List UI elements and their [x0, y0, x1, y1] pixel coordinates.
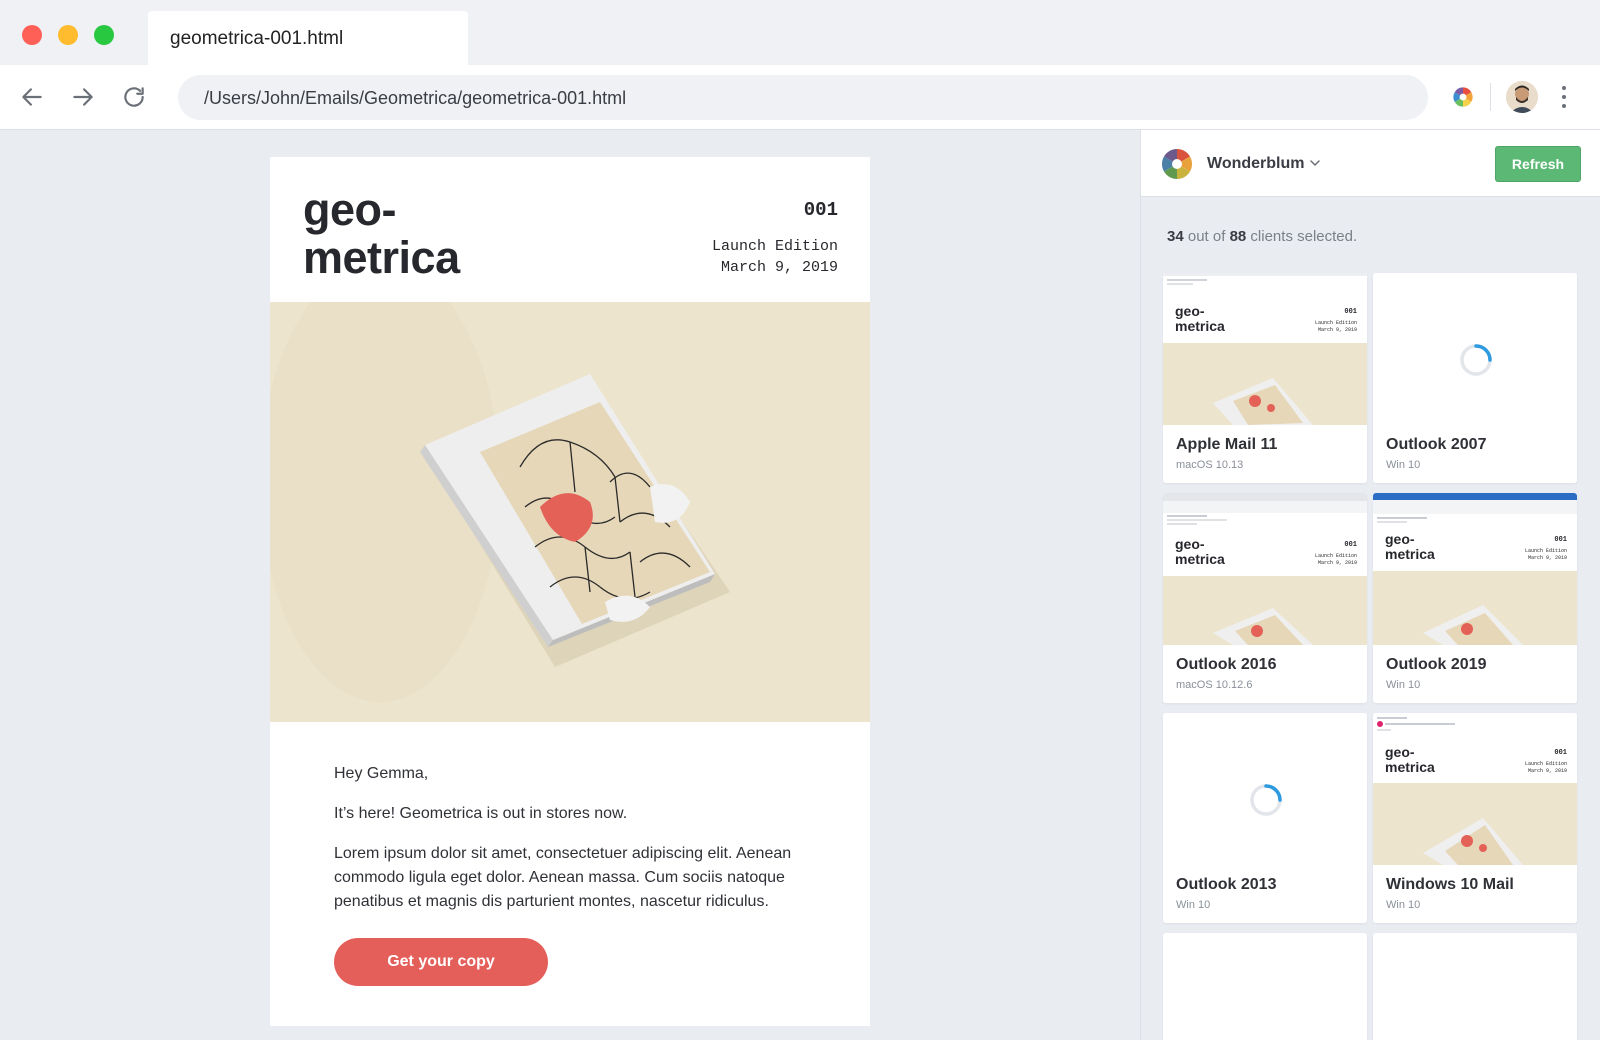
client-card-placeholder[interactable] — [1163, 933, 1367, 1040]
forward-arrow-icon — [73, 88, 93, 106]
selected-text-mid: out of — [1187, 228, 1226, 245]
edition-name: Launch Edition — [711, 238, 838, 255]
brand-line-1: geo- — [303, 184, 396, 235]
reload-button[interactable] — [118, 81, 150, 113]
email-brand: geo- metrica — [303, 186, 460, 282]
address-bar[interactable]: /Users/John/Emails/Geometrica/geometrica… — [178, 75, 1428, 120]
close-window-button[interactable] — [22, 25, 42, 45]
browser-tab[interactable]: geometrica-001.html — [148, 11, 468, 65]
thumb-brand: geo- metrica — [1385, 744, 1435, 775]
browser-toolbar: /Users/John/Emails/Geometrica/geometrica… — [0, 65, 1600, 130]
workspace-logo[interactable] — [1161, 148, 1193, 180]
extension-icon[interactable] — [1452, 86, 1474, 108]
client-card-apple-mail-11[interactable]: geo- metrica 001 Launch Edition March 9,… — [1163, 273, 1367, 483]
selected-count: 34 — [1167, 228, 1184, 245]
loading-spinner-icon — [1250, 784, 1282, 816]
client-thumbnail: geo- metrica 001 Launch Edition March 9,… — [1163, 273, 1367, 425]
thumb-edition: Launch Edition March 9, 2019 — [1314, 320, 1357, 333]
tab-title: geometrica-001.html — [170, 28, 344, 49]
selected-text-end: clients selected. — [1250, 228, 1358, 245]
thumb-edition: Launch Edition March 9, 2019 — [1314, 553, 1357, 566]
thumb-issue: 001 — [1344, 308, 1357, 316]
client-card-outlook-2019[interactable]: geo- metrica 001 Launch Edition March 9,… — [1373, 493, 1577, 703]
client-name: Windows 10 Mail — [1386, 876, 1514, 893]
email-body: Hey Gemma, It’s here! Geometrica is out … — [334, 762, 814, 930]
total-count: 88 — [1229, 228, 1247, 245]
email-intro: It’s here! Geometrica is out in stores n… — [334, 805, 628, 822]
client-thumbnail — [1373, 273, 1577, 425]
forward-button[interactable] — [67, 81, 99, 113]
edition-date: March 9, 2019 — [720, 259, 838, 276]
email-paragraph: Lorem ipsum dolor sit amet, consectetuer… — [334, 845, 792, 910]
reload-icon — [124, 87, 144, 107]
thumb-issue: 001 — [1554, 749, 1567, 757]
thumb-brand: geo- metrica — [1175, 536, 1225, 567]
hero-image — [270, 302, 870, 722]
edition-info: Launch Edition March 9, 2019 — [712, 236, 838, 278]
client-card-outlook-2016[interactable]: geo- metrica 001 Launch Edition March 9,… — [1163, 493, 1367, 703]
workspace-name[interactable]: Wonderblum — [1207, 155, 1304, 173]
issue-number: 001 — [803, 199, 838, 221]
maximize-window-button[interactable] — [94, 25, 114, 45]
email-preview: geo- metrica 001 Launch Edition March 9,… — [270, 157, 870, 1026]
minimize-window-button[interactable] — [58, 25, 78, 45]
thumb-brand: geo- metrica — [1175, 303, 1225, 334]
thumb-brand: geo- metrica — [1385, 531, 1435, 562]
client-os: Win 10 — [1386, 459, 1421, 471]
selection-summary: 34 out of 88 clients selected. — [1167, 228, 1357, 245]
client-os: Win 10 — [1386, 679, 1421, 691]
refresh-button[interactable]: Refresh — [1495, 146, 1581, 182]
client-os: Win 10 — [1386, 899, 1421, 911]
browser-titlebar: geometrica-001.html — [0, 0, 1600, 65]
panel-header: Wonderblum Refresh — [1141, 130, 1600, 197]
client-name: Outlook 2007 — [1386, 436, 1487, 453]
client-card-placeholder[interactable] — [1373, 933, 1577, 1040]
client-name: Apple Mail 11 — [1176, 436, 1278, 453]
client-thumbnail: geo- metrica 001 Launch Edition March 9,… — [1163, 493, 1367, 645]
client-thumbnail: geo- metrica 001 Launch Edition March 9,… — [1373, 493, 1577, 645]
thumb-issue: 001 — [1344, 541, 1357, 549]
client-preview-panel: Wonderblum Refresh 34 out of 88 clients … — [1140, 130, 1600, 1040]
client-card-outlook-2007[interactable]: Outlook 2007 Win 10 — [1373, 273, 1577, 483]
back-button[interactable] — [16, 81, 48, 113]
client-name: Outlook 2013 — [1176, 876, 1277, 893]
client-card-windows-10-mail[interactable]: geo- metrica 001 Launch Edition March 9,… — [1373, 713, 1577, 923]
client-thumbnail: geo- metrica 001 Launch Edition March 9,… — [1373, 713, 1577, 865]
loading-spinner-icon — [1460, 344, 1492, 376]
email-greeting: Hey Gemma, — [334, 765, 429, 782]
client-name: Outlook 2019 — [1386, 656, 1487, 673]
client-thumbnail — [1163, 713, 1367, 865]
client-os: macOS 10.13 — [1176, 459, 1244, 471]
get-your-copy-button[interactable]: Get your copy — [334, 938, 548, 986]
thumb-edition: Launch Edition March 9, 2019 — [1524, 761, 1567, 774]
avatar[interactable] — [1506, 81, 1538, 113]
more-vert-icon[interactable] — [1556, 83, 1572, 111]
thumb-issue: 001 — [1554, 536, 1567, 544]
client-os: Win 10 — [1176, 899, 1211, 911]
toolbar-divider — [1490, 83, 1491, 111]
client-name: Outlook 2016 — [1176, 656, 1277, 673]
book-illustration — [270, 302, 730, 702]
brand-line-2: metrica — [303, 232, 460, 283]
thumb-edition: Launch Edition March 9, 2019 — [1524, 548, 1567, 561]
address-text: /Users/John/Emails/Geometrica/geometrica… — [204, 88, 627, 108]
client-card-outlook-2013[interactable]: Outlook 2013 Win 10 — [1163, 713, 1367, 923]
client-os: macOS 10.12.6 — [1176, 679, 1253, 691]
chevron-down-icon[interactable] — [1309, 157, 1321, 169]
back-arrow-icon — [22, 88, 42, 106]
